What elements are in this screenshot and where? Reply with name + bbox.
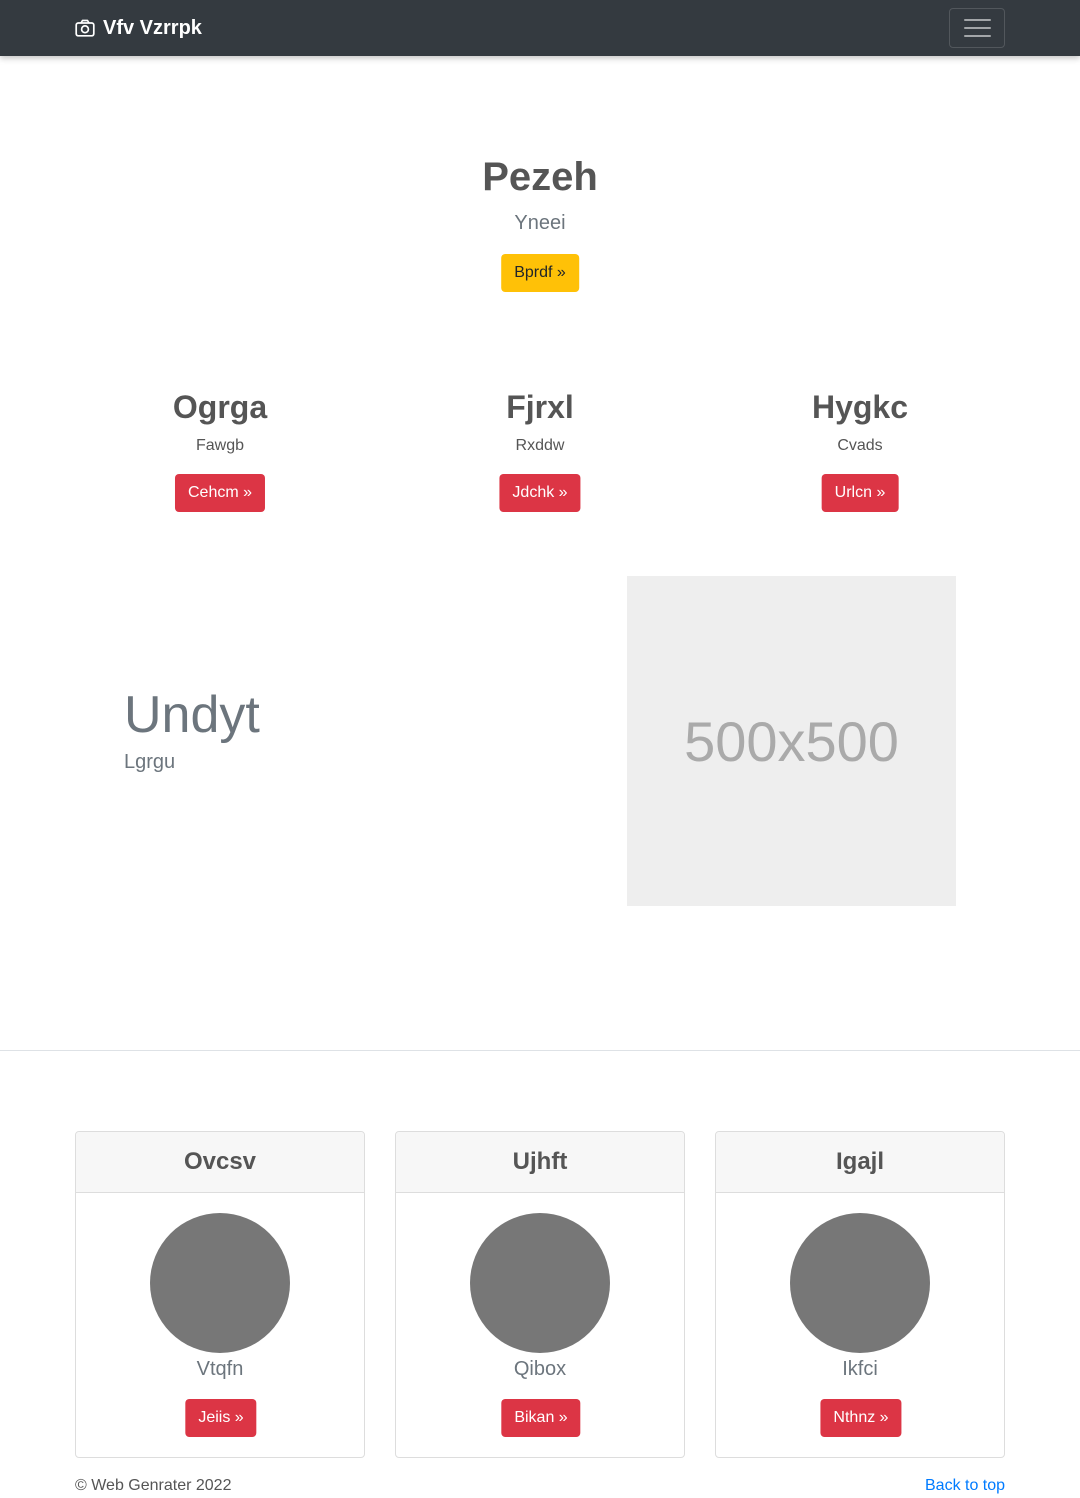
- hero-button[interactable]: Bprdf »: [501, 254, 579, 292]
- column-title: Ogrga: [172, 389, 268, 425]
- card-text: Vtqfn: [196, 1358, 244, 1380]
- back-to-top-link[interactable]: Back to top: [925, 1477, 1005, 1495]
- navbar-brand[interactable]: Vfv Vzrrpk: [75, 0, 202, 56]
- hero-title: Pezeh: [482, 155, 598, 199]
- column-button[interactable]: Cehcm »: [174, 474, 266, 512]
- avatar: [470, 1213, 610, 1353]
- card-button[interactable]: Nthnz »: [820, 1399, 902, 1437]
- card-header: Ovcsv: [76, 1132, 364, 1193]
- section-divider: [0, 1050, 1080, 1051]
- card-button[interactable]: Jeiis »: [185, 1399, 257, 1437]
- card-button[interactable]: Bikan »: [501, 1399, 581, 1437]
- hamburger-menu-icon: [963, 19, 991, 21]
- hero-subtitle: Yneei: [514, 212, 566, 234]
- placeholder-image-label: 500x500: [684, 709, 899, 773]
- placeholder-image: 500x500: [627, 576, 956, 906]
- card: Ovcsv Vtqfn Jeiis »: [75, 1131, 365, 1458]
- column-button[interactable]: Jdchk »: [499, 474, 581, 512]
- footer-copyright: © Web Genrater 2022: [75, 1477, 232, 1494]
- hamburger-menu-icon-bar: [963, 27, 991, 29]
- navbar: Vfv Vzrrpk: [0, 0, 1080, 56]
- feature-title: Undyt: [124, 686, 260, 744]
- card-text: Ikfci: [842, 1358, 878, 1380]
- card-text: Qibox: [513, 1358, 567, 1380]
- column-subtitle: Fawgb: [195, 437, 245, 454]
- brand-label: Vfv Vzrrpk: [103, 16, 202, 39]
- column-button[interactable]: Urlcn »: [821, 474, 899, 512]
- column-title: Hygkc: [811, 389, 909, 425]
- card-header: Ujhft: [396, 1132, 684, 1193]
- avatar: [150, 1213, 290, 1353]
- column-subtitle: Rxddw: [515, 437, 565, 454]
- card-header: Igajl: [716, 1132, 1004, 1193]
- column-title: Fjrxl: [506, 389, 574, 425]
- avatar: [790, 1213, 930, 1353]
- camera-icon: [75, 19, 95, 37]
- feature-subtitle: Lgrgu: [124, 751, 176, 773]
- navbar-toggler-button[interactable]: [949, 8, 1005, 48]
- column-subtitle: Cvads: [837, 437, 883, 454]
- card: Igajl Ikfci Nthnz »: [715, 1131, 1005, 1458]
- card: Ujhft Qibox Bikan »: [395, 1131, 685, 1458]
- hamburger-menu-icon-bar: [963, 35, 991, 37]
